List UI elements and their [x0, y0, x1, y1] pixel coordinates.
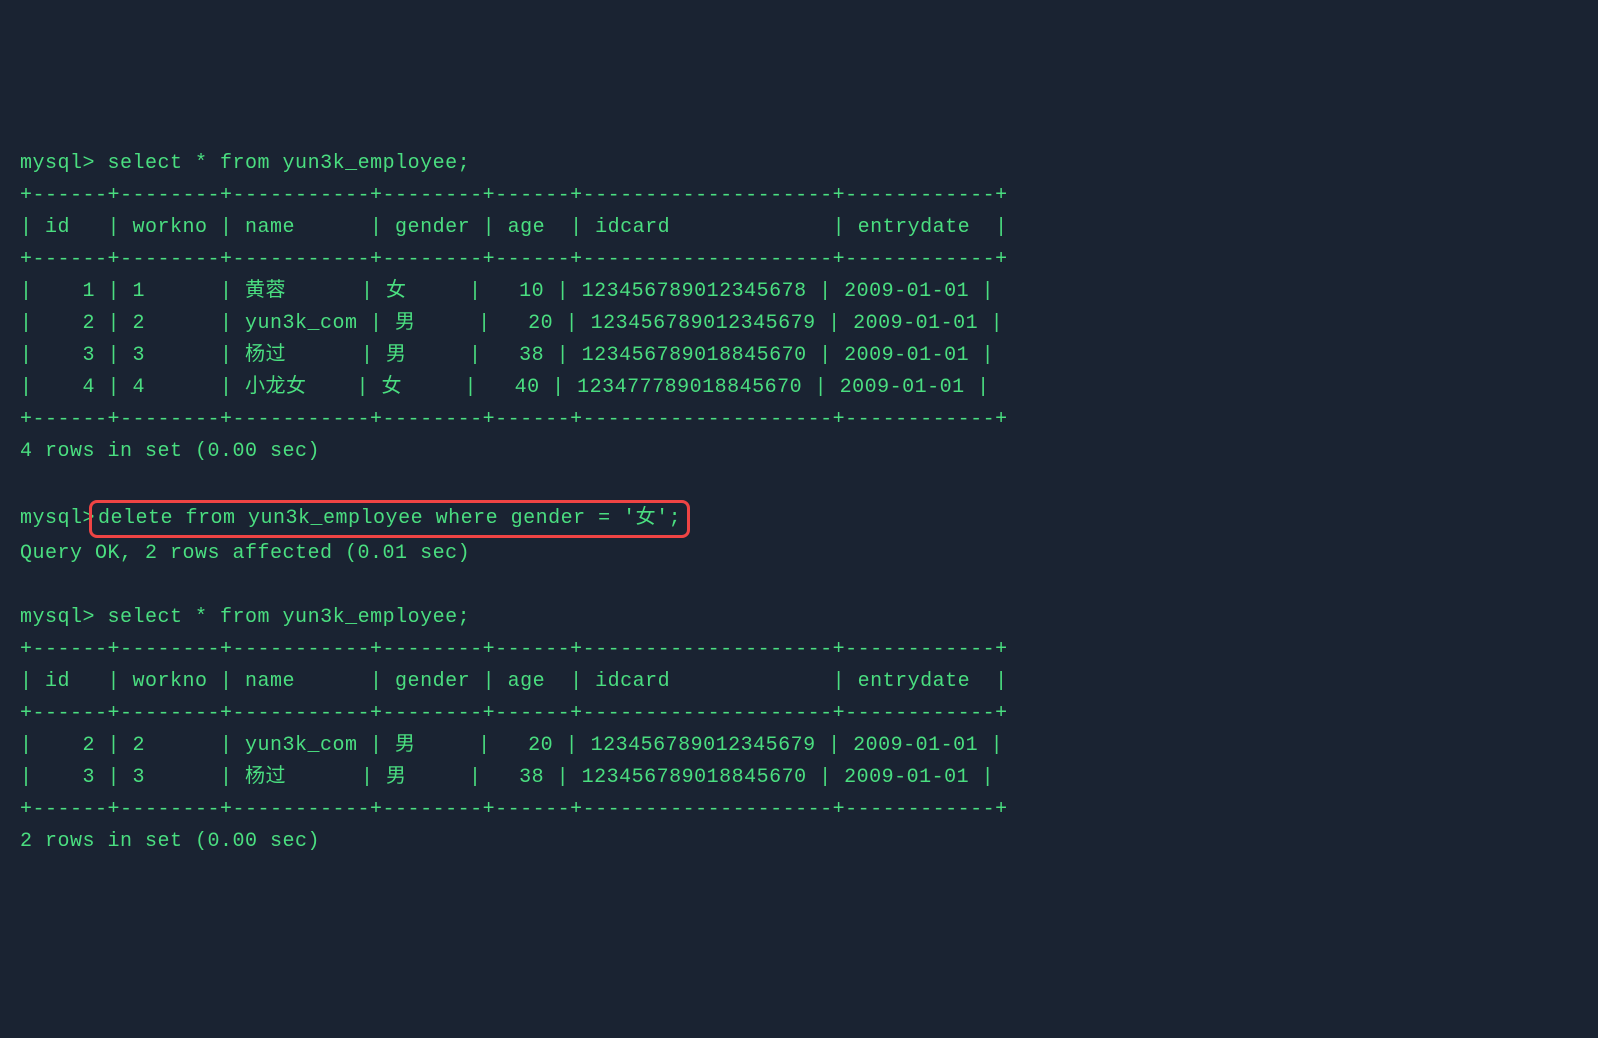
query3-result: 2 rows in set (0.00 sec): [20, 826, 1578, 858]
terminal-output: mysql> select * from yun3k_employee;+---…: [20, 148, 1578, 858]
blank-line: [20, 570, 1578, 602]
blank-line: [20, 468, 1578, 500]
select-command-1: select * from yun3k_employee;: [108, 152, 471, 175]
table1-header: | id | workno | name | gender | age | id…: [20, 212, 1578, 244]
highlighted-delete-command: delete from yun3k_employee where gender …: [89, 500, 690, 538]
query2-result: Query OK, 2 rows affected (0.01 sec): [20, 538, 1578, 570]
table1-row: | 1 | 1 | 黄蓉 | 女 | 10 | 1234567890123456…: [20, 276, 1578, 308]
table2-header: | id | workno | name | gender | age | id…: [20, 666, 1578, 698]
query1-line[interactable]: mysql> select * from yun3k_employee;: [20, 148, 1578, 180]
table1-row: | 2 | 2 | yun3k_com | 男 | 20 | 123456789…: [20, 308, 1578, 340]
table2-border-mid: +------+--------+-----------+--------+--…: [20, 698, 1578, 730]
query2-line[interactable]: mysql> delete from yun3k_employee where …: [20, 500, 1578, 538]
select-command-2: select * from yun3k_employee;: [108, 606, 471, 629]
table2-row: | 2 | 2 | yun3k_com | 男 | 20 | 123456789…: [20, 730, 1578, 762]
table1-border-bot: +------+--------+-----------+--------+--…: [20, 404, 1578, 436]
table2-border-top: +------+--------+-----------+--------+--…: [20, 634, 1578, 666]
table1-row: | 3 | 3 | 杨过 | 男 | 38 | 1234567890188456…: [20, 340, 1578, 372]
delete-command: delete from yun3k_employee where gender …: [98, 507, 681, 530]
mysql-prompt: mysql>: [20, 503, 95, 535]
query1-result: 4 rows in set (0.00 sec): [20, 436, 1578, 468]
table1-row: | 4 | 4 | 小龙女 | 女 | 40 | 123477789018845…: [20, 372, 1578, 404]
table2-border-bot: +------+--------+-----------+--------+--…: [20, 794, 1578, 826]
mysql-prompt: mysql>: [20, 606, 95, 629]
query3-line[interactable]: mysql> select * from yun3k_employee;: [20, 602, 1578, 634]
table1-border-top: +------+--------+-----------+--------+--…: [20, 180, 1578, 212]
table2-row: | 3 | 3 | 杨过 | 男 | 38 | 1234567890188456…: [20, 762, 1578, 794]
table1-border-mid: +------+--------+-----------+--------+--…: [20, 244, 1578, 276]
mysql-prompt: mysql>: [20, 152, 95, 175]
